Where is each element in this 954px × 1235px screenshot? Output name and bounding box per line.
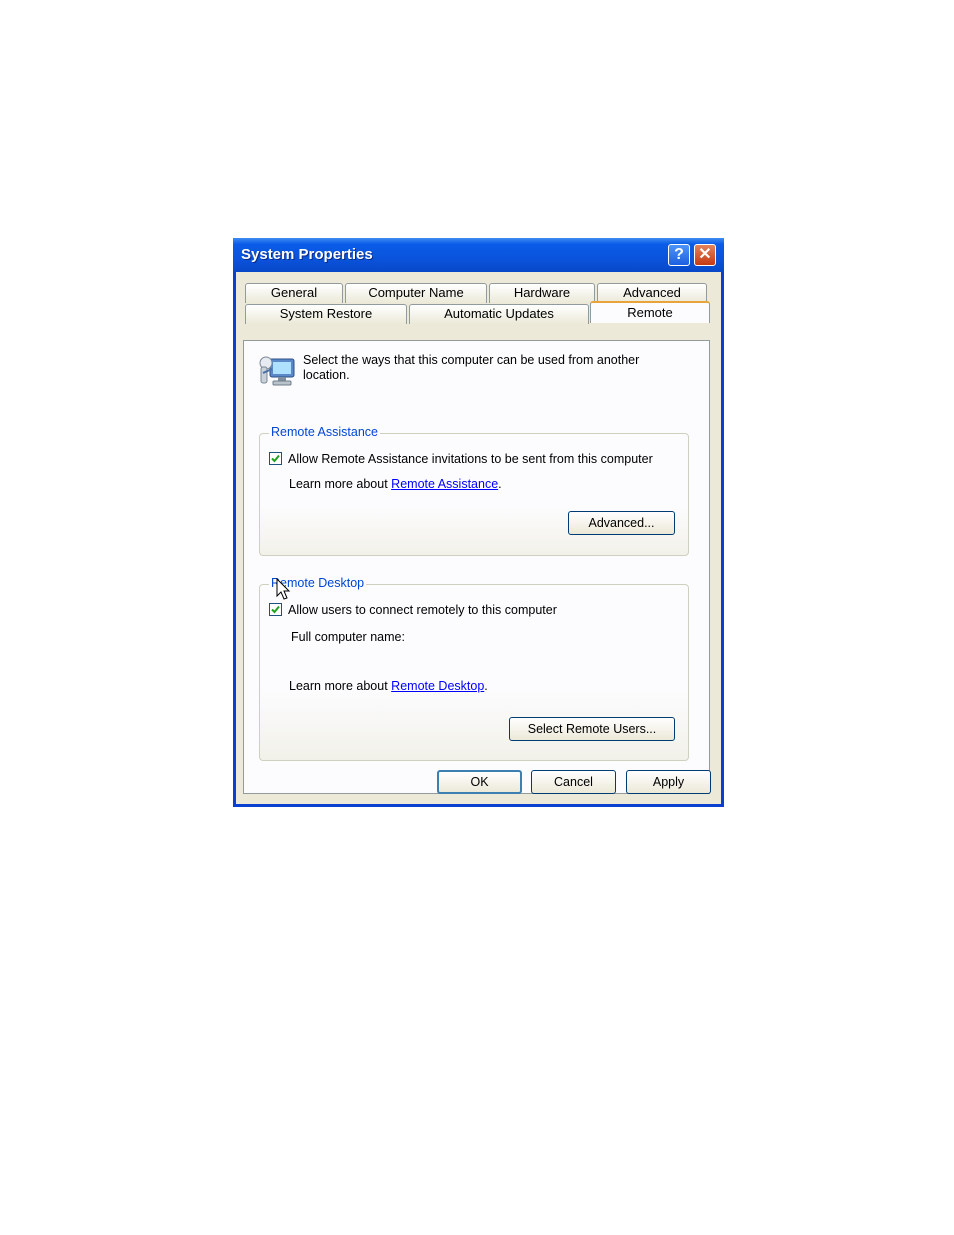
full-computer-name-label: Full computer name: — [291, 630, 405, 644]
apply-button[interactable]: Apply — [626, 770, 711, 794]
tab-automatic-updates[interactable]: Automatic Updates — [409, 304, 589, 324]
advanced-button[interactable]: Advanced... — [568, 511, 675, 535]
tab-advanced[interactable]: Advanced — [597, 283, 707, 303]
remote-assistance-learn-more: Learn more about Remote Assistance. — [289, 477, 502, 491]
remote-desktop-learn-more: Learn more about Remote Desktop. — [289, 679, 488, 693]
close-icon: ✕ — [698, 246, 712, 263]
remote-computer-icon — [258, 351, 298, 391]
remote-tab-panel: Select the ways that this computer can b… — [243, 340, 710, 794]
remote-assistance-link[interactable]: Remote Assistance — [391, 477, 498, 491]
tab-computer-name[interactable]: Computer Name — [345, 283, 487, 303]
tab-general[interactable]: General — [245, 283, 343, 303]
learn-more-prefix: Learn more about — [289, 477, 388, 491]
remote-desktop-link[interactable]: Remote Desktop — [391, 679, 484, 693]
tab-remote[interactable]: Remote — [590, 301, 710, 323]
tab-hardware[interactable]: Hardware — [489, 283, 595, 303]
intro-text: Select the ways that this computer can b… — [303, 353, 640, 382]
close-button[interactable]: ✕ — [694, 244, 716, 266]
remote-assistance-checkbox-label[interactable]: Allow Remote Assistance invitations to b… — [288, 452, 653, 466]
window-title: System Properties — [241, 246, 373, 263]
checkmark-icon — [271, 605, 280, 614]
ok-button[interactable]: OK — [437, 770, 522, 794]
remote-desktop-group: Remote Desktop Allow users to connect re… — [259, 576, 689, 761]
remote-desktop-checkbox[interactable] — [269, 603, 282, 616]
learn-more-suffix: . — [498, 477, 502, 491]
select-remote-users-button[interactable]: Select Remote Users... — [509, 717, 675, 741]
help-icon: ? — [674, 246, 684, 263]
tab-system-restore[interactable]: System Restore — [245, 304, 407, 324]
mouse-cursor-icon — [276, 578, 291, 600]
title-bar[interactable]: System Properties ? ✕ — [233, 238, 724, 272]
remote-assistance-group: Remote Assistance Allow Remote Assistanc… — [259, 425, 689, 556]
cancel-button[interactable]: Cancel — [531, 770, 616, 794]
remote-desktop-checkbox-label[interactable]: Allow users to connect remotely to this … — [288, 603, 557, 617]
help-button[interactable]: ? — [668, 244, 690, 266]
dialog-client-area: General Computer Name Hardware Advanced … — [236, 272, 721, 804]
system-properties-dialog: System Properties ? ✕ General Computer N… — [233, 238, 724, 807]
learn-more-prefix: Learn more about — [289, 679, 388, 693]
checkmark-icon — [271, 454, 280, 463]
remote-assistance-group-label: Remote Assistance — [269, 425, 380, 439]
remote-assistance-checkbox[interactable] — [269, 452, 282, 465]
learn-more-suffix: . — [484, 679, 488, 693]
